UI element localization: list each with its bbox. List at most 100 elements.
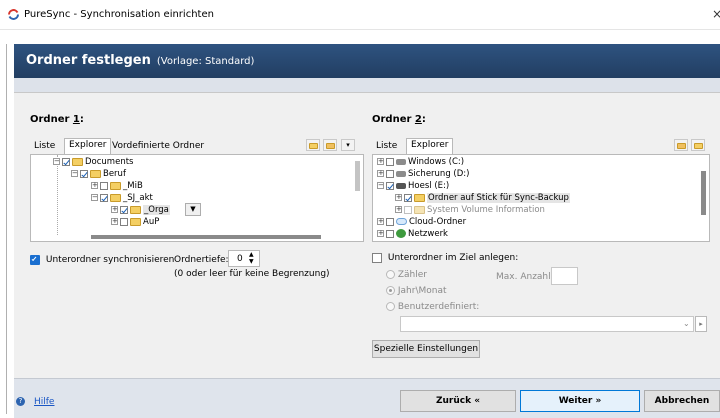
chevron-down-icon: ▼ bbox=[190, 205, 196, 213]
special-settings-button[interactable]: Spezielle Einstellungen bbox=[372, 340, 480, 358]
tree-item[interactable]: − Beruf bbox=[71, 169, 128, 180]
drive-icon bbox=[396, 158, 406, 165]
folder-icon bbox=[414, 193, 425, 202]
chevron-right-icon: ▸ bbox=[699, 320, 703, 328]
checkbox[interactable] bbox=[386, 229, 394, 238]
new-folder-button-right[interactable] bbox=[691, 139, 705, 151]
drive-icon bbox=[396, 170, 406, 177]
checkbox[interactable] bbox=[386, 217, 394, 226]
chevron-down-icon: ⌄ bbox=[683, 319, 690, 328]
radio-counter[interactable]: Zähler bbox=[386, 270, 427, 280]
new-folder-button-left[interactable] bbox=[306, 139, 320, 151]
checkbox[interactable] bbox=[404, 193, 412, 202]
tree-item[interactable]: + Netzwerk bbox=[377, 229, 450, 240]
radio-custom[interactable]: Benutzerdefiniert: bbox=[386, 302, 479, 312]
tab-liste-left[interactable]: Liste bbox=[30, 140, 59, 154]
expand-icon[interactable]: + bbox=[377, 158, 384, 165]
folder-options-dropdown[interactable]: ▼ bbox=[185, 203, 201, 216]
tree-item[interactable]: − Documents bbox=[53, 157, 135, 168]
usb-drive-icon bbox=[396, 182, 406, 189]
tab-liste-right[interactable]: Liste bbox=[372, 140, 401, 154]
tree-item[interactable]: + _Orga bbox=[111, 205, 172, 216]
collapse-icon[interactable]: − bbox=[377, 182, 384, 189]
favorites-dropdown-button[interactable]: ▾ bbox=[341, 139, 355, 151]
checkbox[interactable] bbox=[80, 169, 88, 178]
checkbox[interactable] bbox=[386, 169, 394, 178]
expand-icon[interactable]: + bbox=[377, 170, 384, 177]
vertical-scrollbar[interactable] bbox=[355, 161, 360, 191]
favorite-folder-icon bbox=[326, 142, 335, 149]
create-subfolder-option[interactable]: Unterordner im Ziel anlegen: bbox=[372, 252, 518, 264]
expand-icon[interactable]: + bbox=[395, 206, 402, 213]
puresync-logo-icon bbox=[8, 9, 19, 20]
radio-button[interactable] bbox=[386, 302, 395, 311]
left-tabbar: Liste Explorer Vordefinierte Ordner ▾ bbox=[30, 138, 364, 154]
header-banner: Ordner festlegen (Vorlage: Standard) bbox=[14, 44, 720, 78]
left-folder-tree[interactable]: − Documents − Beruf + _MiB − _SJ_akt + _Orga … bbox=[30, 154, 364, 242]
banner-strip bbox=[14, 78, 720, 92]
next-button[interactable]: Weiter » bbox=[520, 390, 640, 412]
chevron-down-icon: ▾ bbox=[346, 141, 350, 149]
tree-item[interactable]: + Sicherung (D:) bbox=[377, 169, 471, 180]
checkbox[interactable] bbox=[120, 217, 128, 226]
collapse-icon[interactable]: − bbox=[91, 194, 98, 201]
checkbox-checked[interactable] bbox=[30, 254, 40, 265]
radio-button[interactable] bbox=[386, 286, 395, 295]
depth-spinner[interactable]: 0 ▲ ▼ bbox=[228, 250, 260, 267]
expand-icon[interactable]: + bbox=[377, 218, 384, 225]
page-title: Ordner festlegen (Vorlage: Standard) bbox=[26, 53, 255, 68]
favorites-button-left[interactable] bbox=[323, 139, 337, 151]
checkbox[interactable] bbox=[120, 205, 128, 214]
collapse-icon[interactable]: − bbox=[71, 170, 78, 177]
favorite-folder-icon bbox=[677, 142, 686, 149]
checkbox[interactable] bbox=[404, 205, 412, 214]
radio-button[interactable] bbox=[386, 270, 395, 279]
help-icon[interactable]: ? bbox=[16, 397, 25, 406]
network-icon bbox=[396, 229, 406, 238]
tree-item[interactable]: + Ordner auf Stick für Sync-Backup bbox=[395, 193, 572, 204]
max-count-input[interactable] bbox=[551, 267, 578, 285]
expand-icon[interactable]: + bbox=[91, 182, 98, 189]
depth-hint: (0 oder leer für keine Begrenzung) bbox=[174, 269, 330, 279]
tree-item[interactable]: + System Volume Information bbox=[395, 205, 547, 216]
custom-pattern-menu-button[interactable]: ▸ bbox=[695, 316, 707, 332]
tree-item[interactable]: + Cloud-Ordner bbox=[377, 217, 468, 228]
vertical-scrollbar[interactable] bbox=[701, 171, 706, 215]
expand-icon[interactable]: + bbox=[111, 218, 118, 225]
checkbox[interactable] bbox=[100, 181, 108, 190]
back-button[interactable]: Zurück « bbox=[400, 390, 516, 412]
folder-icon bbox=[130, 205, 141, 214]
right-folder-tree[interactable]: + Windows (C:) + Sicherung (D:) − Hoesl (E:… bbox=[372, 154, 710, 242]
checkbox[interactable] bbox=[372, 252, 382, 263]
favorites-button-right[interactable] bbox=[674, 139, 688, 151]
radio-year-month[interactable]: Jahr\Monat bbox=[386, 286, 447, 296]
footer-bar: ? Hilfe Zurück « Weiter » Abbrechen bbox=[14, 378, 720, 418]
expand-icon[interactable]: + bbox=[377, 230, 384, 237]
checkbox[interactable] bbox=[100, 193, 108, 202]
tree-item[interactable]: + _MiB bbox=[91, 181, 145, 192]
collapse-icon[interactable]: − bbox=[53, 158, 60, 165]
cancel-button[interactable]: Abbrechen bbox=[644, 390, 720, 412]
tree-item[interactable]: − _SJ_akt bbox=[91, 193, 155, 204]
window-title: PureSync - Synchronisation einrichten bbox=[24, 9, 214, 20]
tree-item[interactable]: + Windows (C:) bbox=[377, 157, 466, 168]
custom-pattern-combobox[interactable]: ⌄ bbox=[400, 316, 694, 332]
tab-vordefinierte-ordner[interactable]: Vordefinierte Ordner bbox=[108, 140, 208, 154]
checkbox[interactable] bbox=[62, 157, 70, 166]
spin-down-icon[interactable]: ▼ bbox=[249, 259, 254, 265]
help-link[interactable]: Hilfe bbox=[34, 397, 54, 407]
horizontal-scrollbar[interactable] bbox=[91, 235, 321, 239]
expand-icon[interactable]: + bbox=[395, 194, 402, 201]
page-subtitle: (Vorlage: Standard) bbox=[156, 56, 255, 67]
right-tabbar: Liste Explorer bbox=[372, 138, 710, 154]
checkbox[interactable] bbox=[386, 181, 394, 190]
checkbox[interactable] bbox=[386, 157, 394, 166]
sync-subfolders-option[interactable]: Unterordner synchronisieren bbox=[30, 254, 174, 266]
cloud-icon bbox=[396, 218, 407, 225]
tree-item[interactable]: − Hoesl (E:) bbox=[377, 181, 451, 192]
tab-explorer-right[interactable]: Explorer bbox=[406, 138, 454, 154]
close-icon[interactable]: × bbox=[712, 7, 720, 21]
tree-item[interactable]: + AuP bbox=[111, 217, 161, 228]
expand-icon[interactable]: + bbox=[111, 206, 118, 213]
tab-explorer-left[interactable]: Explorer bbox=[64, 138, 112, 154]
